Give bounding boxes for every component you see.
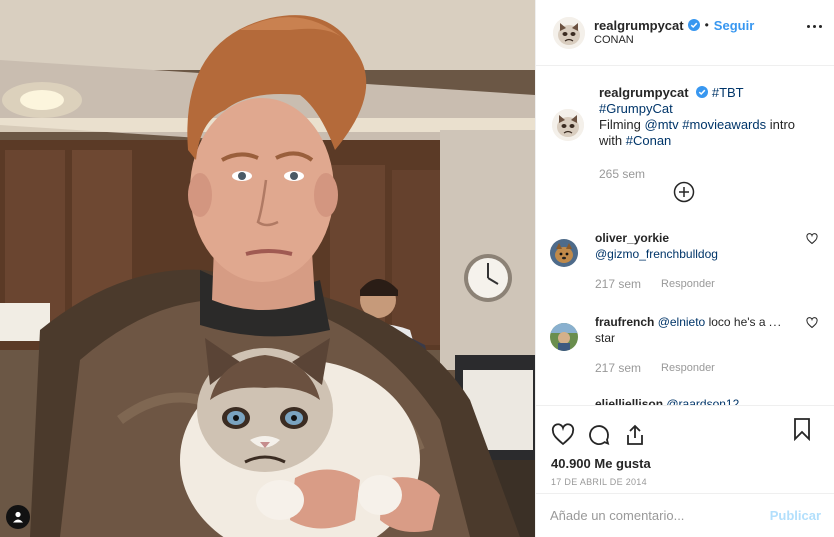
mention-link[interactable]: @gizmo_frenchbulldog	[595, 247, 718, 261]
hashtag-link[interactable]: #Conan	[626, 133, 672, 148]
comment-timestamp[interactable]: 217 sem	[595, 360, 641, 376]
caption-avatar[interactable]	[552, 109, 584, 141]
bookmark-icon	[794, 418, 810, 441]
comment-ellipsis[interactable]: ...	[769, 315, 782, 329]
photo-illustration	[0, 0, 535, 537]
more-options-icon	[807, 25, 810, 28]
post-location[interactable]: CONAN	[594, 33, 754, 48]
author-username[interactable]: realgrumpycat	[594, 18, 684, 33]
mention-link[interactable]: @mtv	[645, 117, 679, 132]
commenter-username[interactable]: fraufrench	[595, 315, 654, 329]
load-more-comments-button[interactable]	[673, 181, 695, 203]
hashtag-link[interactable]: #GrumpyCat	[599, 101, 673, 116]
commenter-avatar[interactable]	[550, 323, 578, 351]
comment-item: elielliellison @raardson12	[550, 396, 820, 405]
user-icon	[13, 511, 23, 523]
commenter-username[interactable]: oliver_yorkie	[595, 231, 669, 245]
comment-text: star	[595, 331, 616, 345]
commenter-avatar[interactable]	[550, 239, 578, 267]
comment-text: loco he's a	[705, 315, 766, 329]
post-photo[interactable]	[0, 0, 535, 537]
grumpy-cat-avatar-image	[552, 109, 584, 141]
caption-timestamp[interactable]: 265 sem	[599, 166, 809, 182]
heart-icon	[551, 422, 575, 445]
photo-avatar-image	[550, 323, 578, 351]
post-caption: realgrumpycat #TBT #GrumpyCat Filming @m…	[536, 67, 834, 182]
action-bar	[536, 406, 834, 451]
like-button[interactable]	[550, 422, 576, 448]
more-options-button[interactable]	[807, 25, 822, 28]
verified-badge-icon	[696, 86, 709, 98]
author-avatar[interactable]	[553, 16, 585, 49]
hashtag-link[interactable]: #TBT	[712, 85, 744, 100]
mention-link[interactable]: @raardson12	[666, 397, 739, 405]
user-tag-button[interactable]	[6, 505, 30, 529]
post-actions-section: 40.900 Me gusta 17 DE ABRIL DE 2014	[536, 405, 834, 487]
comment-input[interactable]	[550, 508, 770, 523]
share-button[interactable]	[622, 422, 648, 448]
caption-text: with	[599, 133, 623, 148]
mention-link[interactable]: @elnieto	[658, 315, 706, 329]
separator-dot: •	[704, 17, 709, 32]
reply-button[interactable]: Responder	[661, 360, 715, 376]
grumpy-cat-avatar-image	[553, 16, 585, 49]
save-button[interactable]	[789, 416, 815, 442]
caption-username[interactable]: realgrumpycat	[599, 85, 689, 100]
comment-item: fraufrench @elnieto loco he's a ... star…	[550, 314, 820, 376]
commenter-username[interactable]: elielliellison	[595, 397, 663, 405]
comment-icon	[589, 424, 610, 445]
like-comment-heart-icon[interactable]	[806, 233, 818, 245]
dog-avatar-image	[550, 239, 578, 267]
follow-button[interactable]: Seguir	[714, 18, 754, 33]
comment-composer: Publicar	[536, 493, 834, 537]
comment-item: oliver_yorkie @gizmo_frenchbulldog 217 s…	[550, 230, 820, 292]
post-details-panel: realgrumpycat • Seguir CONAN realgrumpyc…	[535, 0, 834, 537]
share-icon	[627, 424, 643, 445]
verified-badge-icon	[687, 19, 700, 31]
caption-text: Filming	[599, 117, 641, 132]
comment-button[interactable]	[586, 422, 612, 448]
comments-list[interactable]: realgrumpycat #TBT #GrumpyCat Filming @m…	[536, 67, 834, 405]
reply-button[interactable]: Responder	[661, 276, 715, 292]
likes-count[interactable]: 40.900 Me gusta	[536, 451, 834, 471]
post-header: realgrumpycat • Seguir CONAN	[536, 0, 834, 66]
plus-circle-icon	[673, 181, 695, 203]
caption-text: intro	[769, 117, 796, 132]
comment-timestamp[interactable]: 217 sem	[595, 276, 641, 292]
post-date[interactable]: 17 DE ABRIL DE 2014	[536, 471, 834, 487]
like-comment-heart-icon[interactable]	[806, 317, 818, 329]
hashtag-link[interactable]: #movieawards	[682, 117, 766, 132]
publish-button[interactable]: Publicar	[770, 508, 821, 523]
